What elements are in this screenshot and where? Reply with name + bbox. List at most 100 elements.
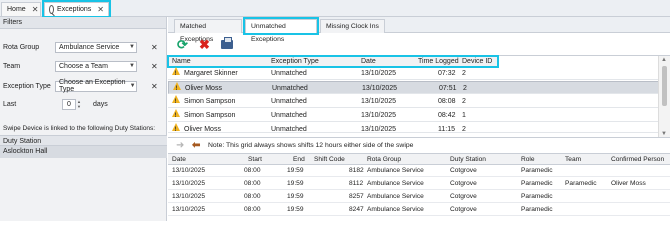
scroll-up-icon[interactable]: ▲ <box>661 57 667 63</box>
clear-exception-type-icon[interactable]: ✕ <box>151 82 158 91</box>
row-name: Simon Sampson <box>184 112 236 119</box>
exception-tabs: Matched Exceptions Unmatched Exceptions … <box>168 17 670 43</box>
scrollbar-thumb[interactable] <box>662 66 667 106</box>
rota-group-row: Rota Group Ambulance Service ▼ ✕ <box>0 41 167 53</box>
duty-station-item[interactable]: Aslockton Hall <box>0 146 167 158</box>
exception-type-value: Choose an Exception Type <box>59 79 126 93</box>
row-name: Simon Sampson <box>184 98 236 105</box>
table-row[interactable]: Margaret Skinner Unmatched 13/10/2025 07… <box>168 67 670 81</box>
chevron-down-icon[interactable]: ▼ <box>128 63 136 69</box>
last-days-input[interactable]: 0 <box>62 98 76 110</box>
row-role: Paramedic <box>521 193 553 200</box>
filters-panel: Filters Rota Group Ambulance Service ▼ ✕… <box>0 17 167 221</box>
clear-team-icon[interactable]: ✕ <box>151 62 158 71</box>
row-end: 19:59 <box>287 193 304 200</box>
tab-exceptions[interactable]: Exceptions ✕ <box>42 0 111 18</box>
rota-group-select[interactable]: Ambulance Service ▼ <box>55 41 137 53</box>
clear-rota-group-icon[interactable]: ✕ <box>151 43 158 52</box>
exception-type-select[interactable]: Choose an Exception Type ▼ <box>55 79 137 93</box>
vertical-scrollbar[interactable]: ▲ ▼ <box>658 56 670 138</box>
row-duty-station: Cotgrove <box>450 180 477 187</box>
close-icon[interactable]: ✕ <box>32 5 39 14</box>
tab-missing-clock-ins[interactable]: Missing Clock Ins <box>320 19 385 33</box>
row-team: Paramedic <box>565 180 597 187</box>
tab-home-label: Home <box>7 6 26 13</box>
row-duty-station: Cotgrove <box>450 206 477 213</box>
document-tab-strip: Home ✕ Exceptions ✕ <box>0 0 670 18</box>
row-role: Paramedic <box>521 206 553 213</box>
row-start: 08:00 <box>244 180 261 187</box>
row-device-id: 2 <box>462 98 466 105</box>
team-value: Choose a Team <box>59 62 108 70</box>
tab-unmatched-exceptions[interactable]: Unmatched Exceptions <box>243 17 319 43</box>
row-time-logged: 08:08 <box>438 98 456 105</box>
row-duty-station: Cotgrove <box>450 167 477 174</box>
rota-group-label: Rota Group <box>3 43 40 51</box>
arrow-left-icon[interactable]: ⬅ <box>192 141 200 151</box>
tab-home[interactable]: Home ✕ <box>1 2 41 16</box>
table-row[interactable]: 13/10/2025 08:00 19:59 8182 Ambulance Se… <box>168 165 670 177</box>
table-row[interactable]: 13/10/2025 08:00 19:59 8112 Ambulance Se… <box>168 178 670 190</box>
table-row[interactable]: 13/10/2025 08:00 19:59 8247 Ambulance Se… <box>168 204 670 216</box>
days-spinner[interactable]: ▲ ▼ <box>77 99 82 110</box>
row-date: 13/10/2025 <box>361 126 397 133</box>
arrow-right-icon[interactable]: ➜ <box>176 141 184 151</box>
team-select[interactable]: Choose a Team ▼ <box>55 60 137 72</box>
printer-icon[interactable] <box>220 37 233 51</box>
row-end: 19:59 <box>287 167 304 174</box>
row-name: Oliver Moss <box>185 85 222 92</box>
delete-icon[interactable]: ✖ <box>198 37 211 52</box>
row-end: 19:59 <box>287 180 304 187</box>
column-header-name[interactable]: Name <box>172 56 191 67</box>
row-rota-group: Ambulance Service <box>367 167 424 174</box>
last-days-row: Last 0 ▲ ▼ days <box>0 98 167 110</box>
row-start: 08:00 <box>244 167 261 174</box>
table-row[interactable]: Simon Sampson Unmatched 13/10/2025 08:42… <box>168 109 670 123</box>
shifts-grid: Date Start End Shift Code Rota Group Dut… <box>168 153 670 221</box>
main-panel: Matched Exceptions Unmatched Exceptions … <box>167 17 670 221</box>
close-icon[interactable]: ✕ <box>97 5 104 14</box>
row-device-id: 2 <box>462 126 466 133</box>
rota-group-value: Ambulance Service <box>59 43 120 51</box>
tab-exceptions-label: Exceptions <box>57 6 92 13</box>
row-exception-type: Unmatched <box>272 85 308 92</box>
row-date: 13/10/2025 <box>361 98 397 105</box>
shifts-grid-header: Date Start End Shift Code Rota Group Dut… <box>168 153 670 165</box>
row-rota-group: Ambulance Service <box>367 180 424 187</box>
column-header-device-id[interactable]: Device ID <box>462 56 492 67</box>
row-exception-type: Unmatched <box>271 112 307 119</box>
row-device-id: 2 <box>462 70 466 77</box>
row-role: Paramedic <box>521 180 553 187</box>
warning-icon <box>172 67 180 81</box>
row-end: 19:59 <box>287 206 304 213</box>
toolbar: ⟳ ✖ <box>168 35 670 53</box>
spin-down-icon[interactable]: ▼ <box>77 104 82 109</box>
row-confirmed-person: Oliver Moss <box>611 180 646 187</box>
table-row[interactable]: Oliver Moss Unmatched 13/10/2025 11:15 2 <box>168 123 670 133</box>
refresh-icon[interactable]: ⟳ <box>176 37 189 52</box>
warning-icon <box>172 95 180 109</box>
exceptions-grid: Name Exception Type Date Time Logged Dev… <box>167 55 670 138</box>
row-shift-code: 8182 <box>349 167 364 174</box>
column-header-time-logged[interactable]: Time Logged <box>418 56 459 67</box>
chevron-down-icon[interactable]: ▼ <box>128 44 136 50</box>
row-exception-type: Unmatched <box>271 126 307 133</box>
table-row[interactable]: 13/10/2025 08:00 19:59 8257 Ambulance Se… <box>168 191 670 203</box>
row-date: 13/10/2025 <box>172 193 206 200</box>
chevron-down-icon[interactable]: ▼ <box>129 83 136 89</box>
row-date: 13/10/2025 <box>172 180 206 187</box>
column-header-date[interactable]: Date <box>361 56 376 67</box>
row-start: 08:00 <box>244 193 261 200</box>
warning-icon <box>173 82 181 96</box>
row-date: 13/10/2025 <box>172 206 206 213</box>
duty-station-header[interactable]: Duty Station <box>0 135 167 146</box>
row-time-logged: 07:32 <box>438 70 456 77</box>
column-header-exception-type[interactable]: Exception Type <box>271 56 319 67</box>
tab-matched-exceptions[interactable]: Matched Exceptions <box>174 19 242 43</box>
last-label: Last <box>3 100 17 108</box>
table-row[interactable]: Simon Sampson Unmatched 13/10/2025 08:08… <box>168 95 670 109</box>
row-device-id: 1 <box>462 112 466 119</box>
filters-title: Filters <box>0 17 166 29</box>
table-row[interactable]: Oliver Moss Unmatched 13/10/2025 07:51 2 <box>168 81 670 96</box>
row-date: 13/10/2025 <box>361 70 397 77</box>
